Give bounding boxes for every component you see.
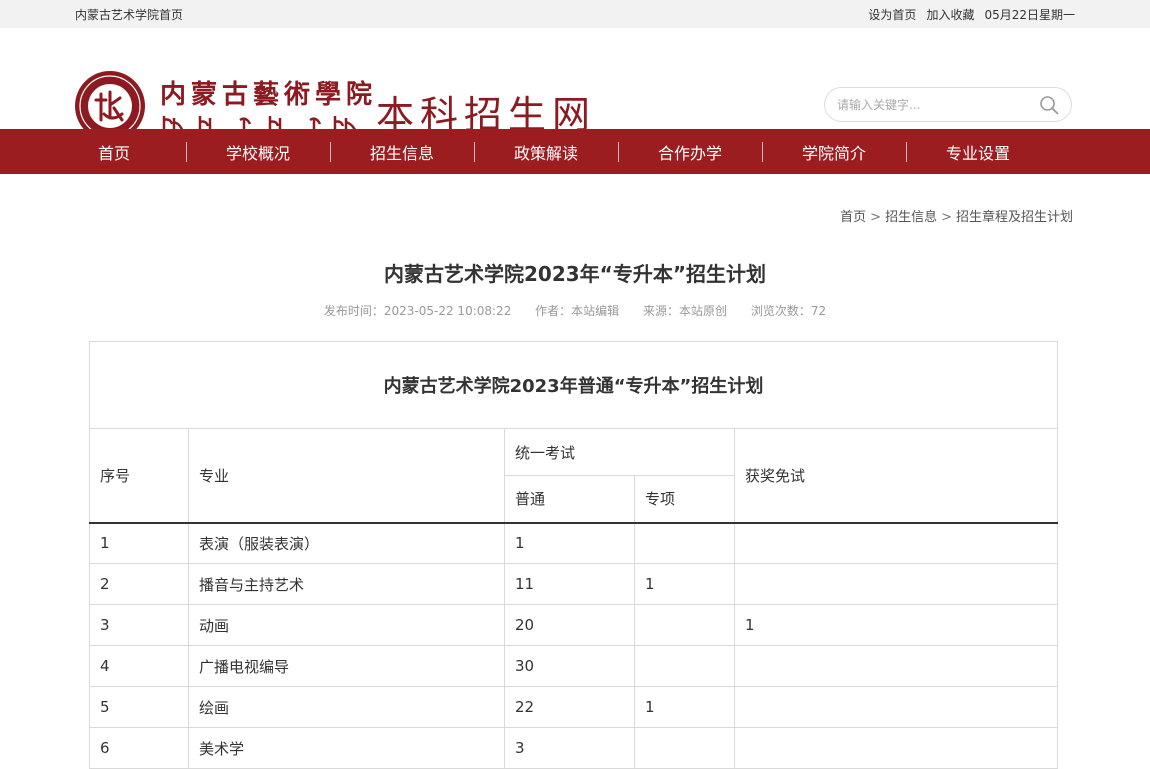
site-header: 内蒙古藝術學院 本科招生网 xyxy=(0,28,1150,141)
cell-major: 广播电视编导 xyxy=(188,645,505,687)
cell-index: 1 xyxy=(89,522,189,564)
search-icon[interactable] xyxy=(1039,95,1059,115)
cell-award xyxy=(734,686,1058,728)
main-nav: 首页 学校概况 招生信息 政策解读 合作办学 学院简介 专业设置 xyxy=(0,129,1150,174)
cell-special xyxy=(634,604,735,646)
header-normal: 普通 xyxy=(504,475,635,524)
table-row: 4 广播电视编导 30 xyxy=(89,645,1058,687)
cell-index: 4 xyxy=(89,645,189,687)
table-row: 6 美术学 3 xyxy=(89,727,1058,769)
article-meta: 发布时间：2023-05-22 10:08:22 作者：本站编辑 来源：本站原创… xyxy=(0,302,1150,319)
cell-award: 1 xyxy=(734,604,1058,646)
table-row: 1 表演（服装表演） 1 xyxy=(89,522,1058,564)
school-home-link[interactable]: 内蒙古艺术学院首页 xyxy=(75,6,183,23)
nav-item-school-overview[interactable]: 学校概况 xyxy=(186,140,330,164)
nav-item-home[interactable]: 首页 xyxy=(42,140,186,164)
admission-plan-table: 内蒙古艺术学院2023年普通“专升本”招生计划 序号 专业 统一考试 获奖免试 … xyxy=(89,341,1058,769)
cell-award xyxy=(734,522,1058,564)
header-unified-exam: 统一考试 xyxy=(504,428,735,476)
cell-index: 5 xyxy=(89,686,189,728)
cell-major: 动画 xyxy=(188,604,505,646)
breadcrumb: 首页 > 招生信息 > 招生章程及招生计划 xyxy=(840,210,1073,225)
school-name-logo: 内蒙古藝術學院 xyxy=(160,80,378,110)
nav-item-policy[interactable]: 政策解读 xyxy=(474,140,618,164)
cell-special: 1 xyxy=(634,563,735,605)
cell-special: 1 xyxy=(634,686,735,728)
cell-major: 表演（服装表演） xyxy=(188,522,505,564)
page-title: 内蒙古艺术学院2023年“专升本”招生计划 xyxy=(384,262,766,286)
header-award-exempt: 获奖免试 xyxy=(734,428,1058,524)
cell-index: 6 xyxy=(89,727,189,769)
cell-normal: 11 xyxy=(504,563,635,605)
header-special: 专项 xyxy=(634,475,735,524)
cell-index: 2 xyxy=(89,563,189,605)
cell-normal: 30 xyxy=(504,645,635,687)
nav-item-admission-info[interactable]: 招生信息 xyxy=(330,140,474,164)
breadcrumb-admission-info[interactable]: 招生信息 xyxy=(885,210,937,225)
cell-major: 绘画 xyxy=(188,686,505,728)
topbar-actions: 设为首页 加入收藏 05月22日星期一 xyxy=(868,6,1075,23)
current-date: 05月22日星期一 xyxy=(984,7,1075,22)
breadcrumb-admission-plan[interactable]: 招生章程及招生计划 xyxy=(956,210,1073,225)
search-input[interactable] xyxy=(837,97,1027,112)
nav-item-majors[interactable]: 专业设置 xyxy=(906,140,1050,164)
nav-item-college-intro[interactable]: 学院简介 xyxy=(762,140,906,164)
source: 来源：本站原创 xyxy=(643,304,728,318)
top-bar: 内蒙古艺术学院首页 设为首页 加入收藏 05月22日星期一 xyxy=(0,0,1150,28)
cell-normal: 1 xyxy=(504,522,635,564)
cell-index: 3 xyxy=(89,604,189,646)
table-row: 2 播音与主持艺术 11 1 xyxy=(89,563,1058,605)
cell-major: 播音与主持艺术 xyxy=(188,563,505,605)
cell-award xyxy=(734,645,1058,687)
header-major: 专业 xyxy=(188,428,505,524)
breadcrumb-home[interactable]: 首页 xyxy=(840,210,866,225)
cell-major: 美术学 xyxy=(188,727,505,769)
table-row: 3 动画 20 1 xyxy=(89,604,1058,646)
search-box xyxy=(824,87,1072,122)
publish-time: 发布时间：2023-05-22 10:08:22 xyxy=(323,304,512,318)
cell-special xyxy=(634,727,735,769)
add-favorite-link[interactable]: 加入收藏 xyxy=(926,6,974,23)
cell-special xyxy=(634,522,735,564)
view-count: 浏览次数：72 xyxy=(750,304,827,318)
admission-plan-table-wrapper: 内蒙古艺术学院2023年普通“专升本”招生计划 序号 专业 统一考试 获奖免试 … xyxy=(89,341,1058,769)
table-caption: 内蒙古艺术学院2023年普通“专升本”招生计划 xyxy=(89,341,1058,429)
cell-award xyxy=(734,563,1058,605)
header-index: 序号 xyxy=(89,428,189,524)
cell-normal: 20 xyxy=(504,604,635,646)
cell-normal: 22 xyxy=(504,686,635,728)
set-homepage-link[interactable]: 设为首页 xyxy=(868,6,916,23)
table-row: 5 绘画 22 1 xyxy=(89,686,1058,728)
author: 作者：本站编辑 xyxy=(535,304,620,318)
cell-special xyxy=(634,645,735,687)
nav-item-cooperation[interactable]: 合作办学 xyxy=(618,140,762,164)
cell-normal: 3 xyxy=(504,727,635,769)
cell-award xyxy=(734,727,1058,769)
